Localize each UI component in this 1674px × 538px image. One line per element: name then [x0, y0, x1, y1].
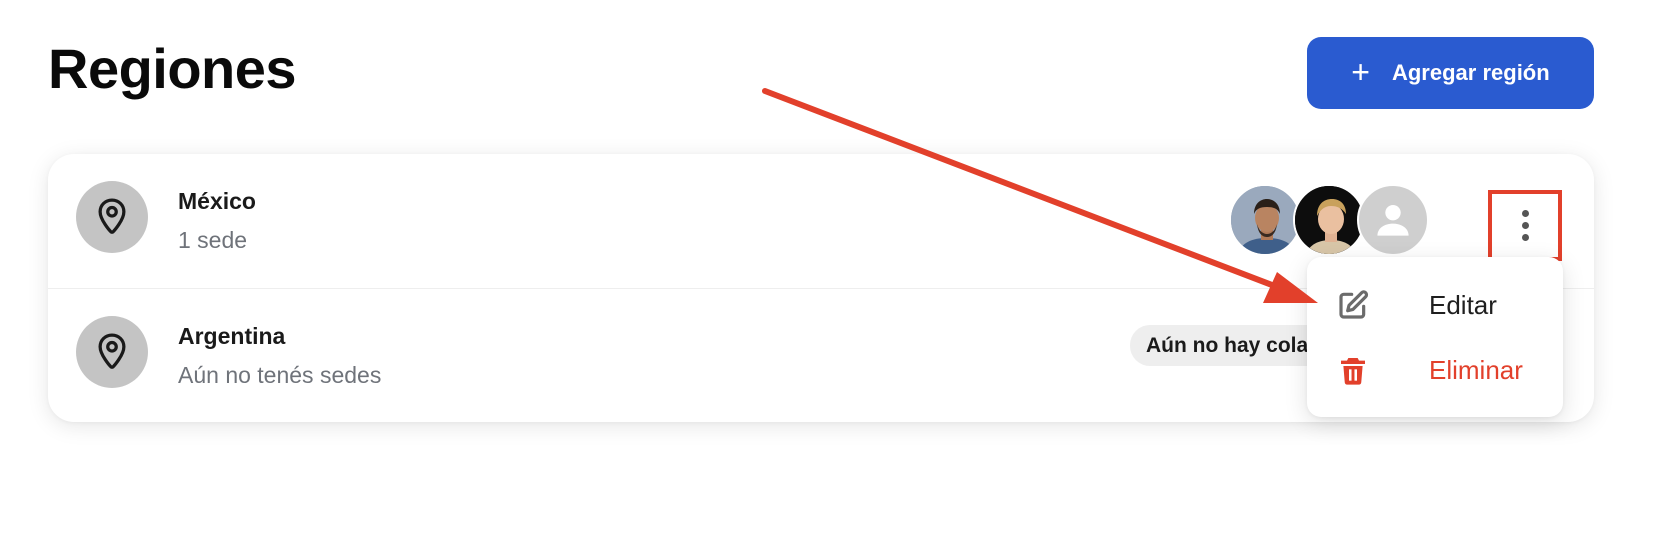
kebab-menu-icon: [1521, 210, 1529, 241]
plus-icon: +: [1351, 53, 1370, 90]
avatar: [1357, 184, 1429, 256]
edit-menu-item[interactable]: Editar: [1307, 277, 1563, 333]
map-pin-icon: [98, 333, 126, 369]
page-title: Regiones: [48, 37, 297, 100]
avatar: [1229, 184, 1301, 256]
avatar: [1293, 184, 1365, 256]
edit-label: Editar: [1429, 289, 1497, 320]
region-avatar: [76, 181, 148, 253]
region-subtitle: 1 sede: [178, 227, 248, 253]
more-options-button[interactable]: [1488, 190, 1562, 261]
edit-icon: [1339, 290, 1369, 319]
region-subtitle: Aún no tenés sedes: [178, 362, 382, 388]
trash-icon: [1341, 358, 1365, 385]
delete-label: Eliminar: [1429, 354, 1523, 385]
region-name: México: [178, 188, 256, 214]
add-region-label: Agregar región: [1391, 60, 1550, 85]
delete-menu-item[interactable]: Eliminar: [1307, 342, 1563, 398]
map-pin-icon: [98, 198, 126, 234]
context-menu: Editar Eliminar: [1307, 257, 1563, 417]
region-avatar: [76, 316, 148, 388]
region-name: Argentina: [178, 323, 286, 349]
regions-page: Regiones + Agregar región México 1 sede: [0, 0, 1674, 538]
user-placeholder-icon: [1377, 204, 1409, 236]
add-region-button[interactable]: + Agregar región: [1307, 37, 1594, 109]
